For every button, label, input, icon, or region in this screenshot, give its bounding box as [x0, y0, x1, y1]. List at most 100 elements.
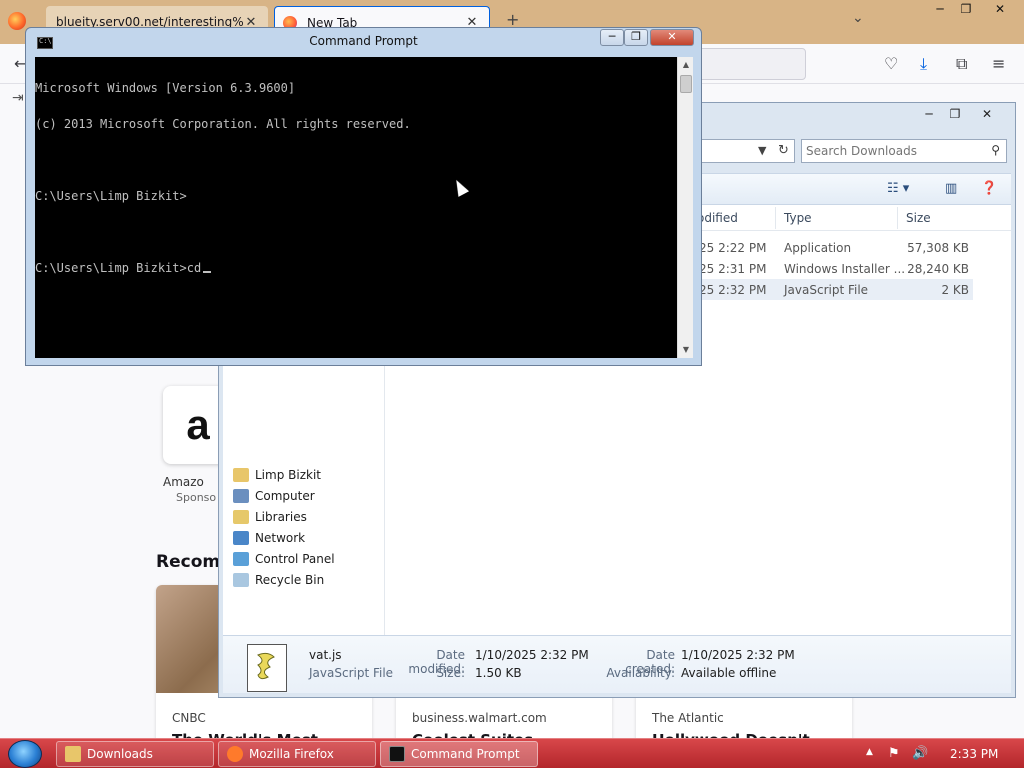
- taskbar-button-firefox[interactable]: Mozilla Firefox: [218, 741, 376, 767]
- detail-date-modified: 1/10/2025 2:32 PM: [475, 648, 589, 662]
- view-options-icon[interactable]: ☷ ▾: [887, 181, 909, 196]
- minimize-button[interactable]: ─: [917, 107, 941, 125]
- text-cursor: [203, 271, 212, 273]
- menu-icon[interactable]: ≡: [992, 54, 1005, 73]
- detail-label: Availability:: [606, 666, 675, 680]
- taskbar: Downloads Mozilla Firefox Command Prompt…: [0, 738, 1024, 768]
- cell-size: 57,308 KB: [907, 241, 969, 255]
- libraries-icon: [233, 510, 249, 524]
- vertical-scrollbar[interactable]: ▲ ▼: [677, 57, 693, 358]
- scroll-up-icon[interactable]: ▲: [678, 57, 694, 73]
- action-center-icon[interactable]: ⚑: [888, 746, 900, 761]
- volume-icon[interactable]: 🔊: [912, 746, 928, 761]
- network-icon: [233, 531, 249, 545]
- user-folder-icon: [233, 468, 249, 482]
- downloads-icon[interactable]: ⤓: [920, 54, 927, 74]
- nav-item-limp-bizkit[interactable]: Limp Bizkit: [233, 465, 321, 485]
- details-pane: vat.js JavaScript File Date modified: 1/…: [223, 635, 1011, 693]
- chevron-down-icon[interactable]: ▼: [758, 144, 766, 157]
- detail-file-kind: JavaScript File: [309, 666, 394, 680]
- console-line: Microsoft Windows [Version 6.3.9600]: [35, 81, 296, 95]
- maximize-button[interactable]: ❐: [943, 107, 967, 125]
- maximize-button[interactable]: ❐: [624, 29, 648, 46]
- nav-item-label: Libraries: [255, 510, 307, 524]
- column-separator[interactable]: [897, 207, 898, 229]
- javascript-file-icon: [247, 644, 287, 692]
- detail-availability: Available offline: [681, 666, 777, 680]
- amazon-logo-icon: a: [186, 401, 210, 448]
- cell-type: JavaScript File: [784, 283, 869, 297]
- list-all-tabs-button[interactable]: ⌄: [852, 10, 864, 26]
- cell-date: 25 2:32 PM: [699, 283, 767, 297]
- cell-size: 28,240 KB: [907, 262, 969, 276]
- taskbar-button-label: Mozilla Firefox: [249, 747, 334, 761]
- search-box[interactable]: ⚲: [801, 139, 1007, 163]
- url-bar[interactable]: [690, 48, 806, 80]
- start-button[interactable]: [8, 740, 42, 768]
- nav-item-label: Control Panel: [255, 552, 335, 566]
- console-input-text: C:\Users\Limp Bizkit>cd: [35, 261, 202, 275]
- maximize-button[interactable]: ❐: [952, 2, 980, 20]
- console-output[interactable]: Microsoft Windows [Version 6.3.9600] (c)…: [35, 57, 677, 358]
- close-button[interactable]: ✕: [650, 29, 694, 46]
- close-button[interactable]: ✕: [986, 2, 1014, 20]
- refresh-icon[interactable]: ↻: [778, 143, 789, 158]
- import-icon[interactable]: ⇥: [12, 90, 24, 106]
- column-date-modified[interactable]: odified: [697, 211, 738, 225]
- nav-item-control-panel[interactable]: Control Panel: [233, 549, 335, 569]
- column-separator[interactable]: [775, 207, 776, 229]
- minimize-button[interactable]: ─: [926, 2, 954, 20]
- detail-label: Size:: [436, 666, 465, 680]
- nav-item-label: Computer: [255, 489, 315, 503]
- cell-date: 25 2:31 PM: [699, 262, 767, 276]
- console-prompt-line: C:\Users\Limp Bizkit>cd: [35, 262, 677, 274]
- command-prompt-window: Command Prompt ─ ❐ ✕ Microsoft Windows […: [25, 27, 702, 366]
- console-line: C:\Users\Limp Bizkit>: [35, 189, 187, 203]
- shortcut-sponsored-label: Sponso: [176, 491, 217, 504]
- firefox-logo-icon: [8, 12, 26, 30]
- nav-item-label: Network: [255, 531, 306, 545]
- clock[interactable]: 2:33 PM: [950, 747, 998, 761]
- nav-item-label: Limp Bizkit: [255, 468, 321, 482]
- story-source: CNBC: [172, 711, 206, 725]
- help-icon[interactable]: ❓: [981, 181, 997, 196]
- nav-item-label: Recycle Bin: [255, 573, 325, 587]
- detail-size: 1.50 KB: [475, 666, 522, 680]
- taskbar-button-downloads[interactable]: Downloads: [56, 741, 214, 767]
- story-source: business.walmart.com: [412, 711, 547, 725]
- taskbar-button-label: Command Prompt: [411, 747, 520, 761]
- cmd-icon: [389, 746, 405, 762]
- scroll-down-icon[interactable]: ▼: [678, 342, 694, 358]
- minimize-button[interactable]: ─: [600, 29, 624, 46]
- search-input[interactable]: [806, 142, 982, 160]
- cmd-titlebar[interactable]: Command Prompt ─ ❐ ✕: [26, 28, 701, 56]
- folder-icon: [65, 746, 81, 762]
- firefox-icon: [227, 746, 243, 762]
- cell-type: Windows Installer ...: [784, 262, 906, 276]
- recycle-bin-icon: [233, 573, 249, 587]
- preview-pane-icon[interactable]: ▥: [945, 181, 957, 196]
- close-button[interactable]: ✕: [975, 107, 999, 125]
- taskbar-button-command-prompt[interactable]: Command Prompt: [380, 741, 538, 767]
- extensions-icon[interactable]: ⧉: [956, 54, 967, 74]
- cell-type: Application: [784, 241, 852, 255]
- scrollbar-thumb[interactable]: [680, 75, 692, 93]
- computer-icon: [233, 489, 249, 503]
- nav-item-libraries[interactable]: Libraries: [233, 507, 307, 527]
- detail-file-name: vat.js: [309, 648, 342, 662]
- control-panel-icon: [233, 552, 249, 566]
- console-line: (c) 2013 Microsoft Corporation. All righ…: [35, 117, 411, 131]
- nav-item-recycle-bin[interactable]: Recycle Bin: [233, 570, 325, 590]
- search-icon[interactable]: ⚲: [991, 143, 1000, 157]
- taskbar-button-label: Downloads: [87, 747, 153, 761]
- nav-item-network[interactable]: Network: [233, 528, 306, 548]
- cell-size: 2 KB: [941, 283, 969, 297]
- detail-date-created: 1/10/2025 2:32 PM: [681, 648, 795, 662]
- nav-item-computer[interactable]: Computer: [233, 486, 315, 506]
- pocket-icon[interactable]: ♡: [884, 54, 898, 73]
- show-hidden-icons-icon[interactable]: ▲: [866, 747, 873, 757]
- column-type[interactable]: Type: [784, 211, 812, 225]
- column-size[interactable]: Size: [906, 211, 931, 225]
